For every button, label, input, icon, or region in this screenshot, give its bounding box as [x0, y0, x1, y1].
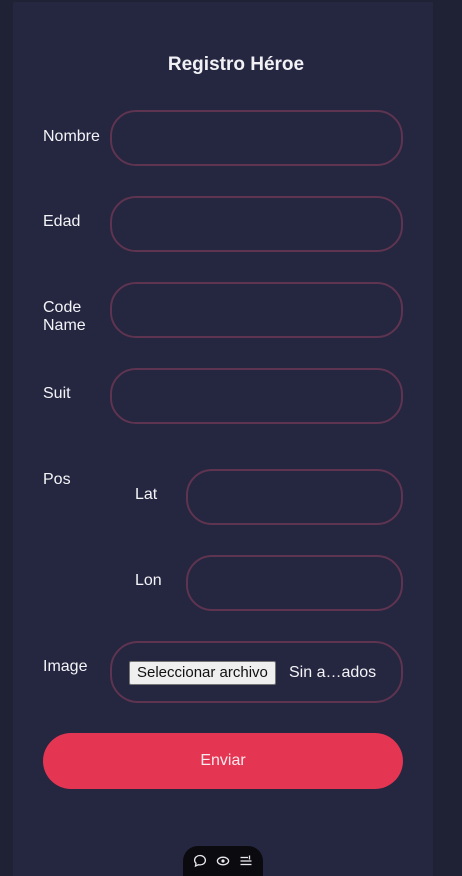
edad-label: Edad	[43, 213, 81, 230]
code-name-input[interactable]	[110, 282, 403, 338]
eye-icon[interactable]	[214, 852, 232, 870]
code-name-label: Code Name	[43, 299, 86, 335]
lon-label: Lon	[135, 572, 162, 589]
suit-input[interactable]	[110, 368, 403, 424]
nombre-label: Nombre	[43, 128, 100, 145]
image-file-input[interactable]: Seleccionar archivo Sin a…ados	[110, 641, 403, 703]
lat-input[interactable]	[186, 469, 403, 525]
lon-input[interactable]	[186, 555, 403, 611]
submit-button[interactable]: Enviar	[43, 733, 403, 789]
choose-file-button[interactable]: Seleccionar archivo	[129, 661, 276, 685]
form-title: Registro Héroe	[167, 54, 305, 75]
file-status-text: Sin a…ados	[289, 664, 377, 681]
nombre-input[interactable]	[110, 110, 403, 166]
lat-label: Lat	[135, 486, 158, 503]
code-name-label-line1: Code	[43, 299, 82, 316]
code-name-label-line2: Name	[43, 317, 86, 334]
list-icon[interactable]	[237, 852, 255, 870]
chat-bubble-icon[interactable]	[191, 852, 209, 870]
image-label: Image	[43, 658, 88, 675]
suit-label: Suit	[43, 385, 71, 402]
floating-toolbar	[183, 846, 263, 876]
edad-input[interactable]	[110, 196, 403, 252]
page: Registro Héroe Nombre Edad Code Name Sui…	[0, 0, 462, 876]
pos-label: Pos	[43, 471, 71, 488]
